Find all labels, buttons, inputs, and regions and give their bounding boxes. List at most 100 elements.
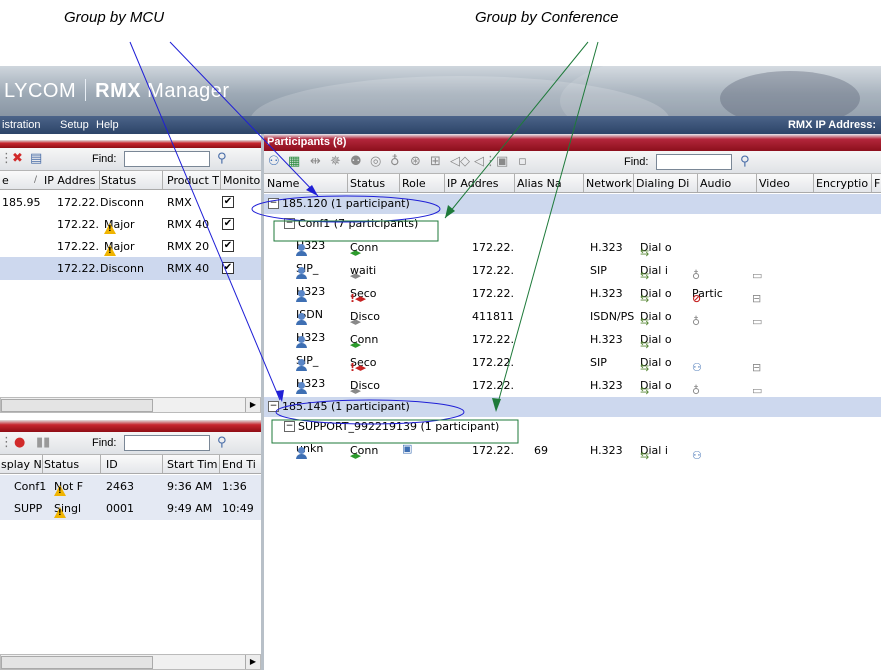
conf-col-display-name[interactable]: splay N xyxy=(1,458,42,471)
mcu-product: RMX xyxy=(167,196,192,209)
record-icon[interactable]: ● xyxy=(14,436,25,449)
participant-status: !◂▸ Seco xyxy=(350,287,377,305)
participant-ip: 172.22. xyxy=(472,241,514,254)
properties-icon[interactable]: ▤ xyxy=(30,152,42,165)
layout-icon[interactable]: ▣ xyxy=(496,155,508,168)
participant-row[interactable]: SIP_ !◂▸ Seco 172.22. SIP ⇆ Dial o ⚇ ⊟ xyxy=(264,351,881,374)
mcu-row[interactable]: 172.22. Major RMX 40 ✔ xyxy=(0,213,261,236)
participant-row[interactable]: unkn ◂▸ Conn ▣ 172.22. 69 H.323 ⇆ Dial i ⚇ xyxy=(264,439,881,462)
participant-icon xyxy=(296,382,311,395)
volume-icon[interactable]: ◁⋮ xyxy=(474,155,497,168)
block-icon[interactable]: ⊛ xyxy=(410,155,421,168)
participant-ip: 172.22. xyxy=(472,287,514,300)
conf-search-icon[interactable]: ⚲ xyxy=(217,436,227,449)
mcu-group-row[interactable]: −185.145 (1 participant) xyxy=(264,397,881,417)
menu-administration[interactable]: istration xyxy=(2,119,41,131)
participant-row[interactable]: H323 ◂▸ Conn 172.22. H.323 ⇆ Dial o xyxy=(264,328,881,351)
conf-id: 2463 xyxy=(106,480,134,493)
mcu-find-input[interactable] xyxy=(124,151,210,167)
conf-col-status[interactable]: Status xyxy=(44,458,79,471)
conference-group-row[interactable]: − SUPPORT_992219139 (1 participant) xyxy=(264,417,881,437)
add-participant-icon[interactable]: ⚇ xyxy=(268,155,280,168)
mcu-list-scrollbar[interactable]: ▶ xyxy=(0,397,261,413)
mcu-row[interactable]: 172.22. Disconn RMX 40 ✔ xyxy=(0,257,261,280)
participant-row[interactable]: H323 ◂▸ Disco 172.22. H.323 ⇆ Dial o ♁ ▭ xyxy=(264,374,881,397)
mcu-name: 185.95 xyxy=(2,196,41,209)
participant-col-network[interactable]: Network xyxy=(586,177,632,190)
conf-find-input[interactable] xyxy=(124,435,210,451)
dial-icon: ⇆ xyxy=(640,449,650,462)
address-book-icon[interactable]: ▦ xyxy=(288,155,300,168)
conference-group-row[interactable]: − Conf1 (7 participants) xyxy=(264,214,881,234)
participant-col-aliasna[interactable]: Alias Na xyxy=(517,177,562,190)
mcu-col-name[interactable]: e xyxy=(2,174,9,187)
menu-setup[interactable]: Setup xyxy=(60,119,89,131)
menu-help[interactable]: Help xyxy=(96,119,119,131)
dial-icon: ⇆ xyxy=(640,361,650,374)
participant-status: !◂▸ Seco xyxy=(350,356,377,374)
monitor-checkbox[interactable]: ✔ xyxy=(222,218,234,230)
participant-status: ◂▸ waiti xyxy=(350,264,377,282)
conference-list-scrollbar[interactable]: ▶ xyxy=(0,654,261,670)
participant-row[interactable]: SIP_ ◂▸ waiti 172.22. SIP ⇆ Dial i ♁ ▭ xyxy=(264,259,881,282)
mcu-col-monitor[interactable]: Monito xyxy=(223,174,260,187)
record-participant-icon[interactable]: ▫ xyxy=(518,155,527,168)
participant-row[interactable]: H323 ◂▸ Conn 172.22. H.323 ⇆ Dial o xyxy=(264,236,881,259)
connect-icon[interactable]: ⇹ xyxy=(310,155,321,168)
collapse-icon[interactable]: − xyxy=(268,401,279,412)
monitor-checkbox[interactable]: ✔ xyxy=(222,240,234,252)
mcu-row[interactable]: 172.22. Major RMX 20 ✔ xyxy=(0,235,261,258)
collapse-icon[interactable]: − xyxy=(284,421,295,432)
participants-search-icon[interactable]: ⚲ xyxy=(740,155,750,168)
conf-col-start-time[interactable]: Start Tim xyxy=(167,458,218,471)
monitor-checkbox[interactable]: ✔ xyxy=(222,262,234,274)
status-icon: ◂▸ xyxy=(350,384,362,397)
speaker-icon[interactable]: ◁◇ xyxy=(450,155,470,168)
participants-find-input[interactable] xyxy=(656,154,732,170)
muted-icon: ⊘ xyxy=(692,292,702,305)
collapse-icon[interactable]: − xyxy=(284,218,295,229)
column-separator xyxy=(756,174,757,192)
delete-participant-icon[interactable]: ⚉ xyxy=(350,155,362,168)
mcu-find-label: Find: xyxy=(92,153,117,165)
status-icon: !◂▸ xyxy=(350,361,367,374)
participant-col-ipaddres[interactable]: IP Addres xyxy=(447,177,498,190)
microphone-icon[interactable]: ♁ xyxy=(390,155,400,168)
mcu-col-ip[interactable]: IP Addres xyxy=(44,174,95,187)
conf-sort-icon[interactable]: ⋮ xyxy=(0,436,13,449)
rmx-ip-address-label: RMX IP Address: xyxy=(787,119,876,131)
participant-col-name[interactable]: Name xyxy=(267,177,299,190)
mcu-col-status[interactable]: Status xyxy=(101,174,136,187)
participant-col-video[interactable]: Video xyxy=(759,177,790,190)
participant-dialing: ⇆ Dial o xyxy=(640,241,672,259)
pause-icon[interactable]: ▮▮ xyxy=(36,436,50,449)
participant-col-status[interactable]: Status xyxy=(350,177,385,190)
participant-col-dialingdi[interactable]: Dialing Di xyxy=(636,177,689,190)
participant-col-encryptio[interactable]: Encryptio xyxy=(816,177,868,190)
mcu-row[interactable]: 185.95 172.22. Disconn RMX ✔ xyxy=(0,191,261,214)
participant-col-audio[interactable]: Audio xyxy=(700,177,731,190)
delete-mcu-icon[interactable]: ✖ xyxy=(12,152,23,165)
conf-col-id[interactable]: ID xyxy=(106,458,118,471)
participant-dialing: ⇆ Dial o xyxy=(640,379,672,397)
participant-icon xyxy=(296,359,311,372)
mcu-list-header: e ∕ IP Addres Status Product T Monito xyxy=(0,171,261,190)
video-icon[interactable]: ⊞ xyxy=(430,155,441,168)
conference-row[interactable]: Conf1 Not F 2463 9:36 AM 1:36 xyxy=(0,475,261,498)
disconnect-icon[interactable]: ✵ xyxy=(330,155,341,168)
participant-row[interactable]: H323 !◂▸ Seco 172.22. H.323 ⇆ Dial o ⊘ Partic… xyxy=(264,282,881,305)
mcu-col-product[interactable]: Product T xyxy=(167,174,219,187)
column-separator xyxy=(347,174,348,192)
participant-col-role[interactable]: Role xyxy=(402,177,426,190)
participant-row[interactable]: ISDN ◂▸ Disco 411811 ISDN/PS ⇆ Dial o ♁ ▭ xyxy=(264,305,881,328)
monitor-checkbox[interactable]: ✔ xyxy=(222,196,234,208)
conf-col-end-time[interactable]: End Ti xyxy=(222,458,256,471)
collapse-icon[interactable]: − xyxy=(268,198,279,209)
mcu-group-row[interactable]: −185.120 (1 participant) xyxy=(264,194,881,214)
conference-row[interactable]: SUPP Singl 0001 9:49 AM 10:49 xyxy=(0,497,261,520)
mcu-status: Disconn xyxy=(100,262,144,275)
participant-col-f[interactable]: F xyxy=(874,177,880,190)
mute-audio-icon[interactable]: ◎ xyxy=(370,155,381,168)
dial-icon: ⇆ xyxy=(640,315,650,328)
mcu-search-icon[interactable]: ⚲ xyxy=(217,152,227,165)
